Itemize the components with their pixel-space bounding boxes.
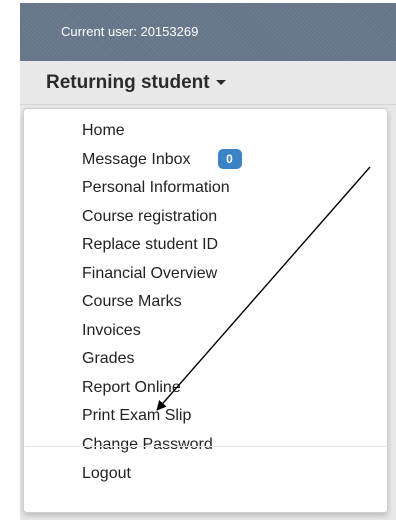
page: Current user: 20153269 Returning student… (0, 0, 396, 520)
menu-item-label: Change Password (82, 435, 213, 453)
menu-item-label: Invoices (82, 321, 141, 339)
message-count-badge: 0 (217, 149, 242, 170)
menu-item-replace-student-id[interactable]: Replace student ID (24, 231, 387, 260)
menu-item-label: Print Exam Slip (82, 407, 192, 424)
menu-item-course-marks[interactable]: Course Marks (24, 288, 387, 317)
menu-item-label: Message Inbox (82, 150, 191, 168)
menu-item-message-inbox[interactable]: Message Inbox 0 (24, 146, 387, 175)
menu-item-logout[interactable]: Logout (24, 459, 387, 489)
menu-item-print-exam-slip[interactable]: Print Exam Slip (24, 402, 387, 431)
menu-item-label: Course Marks (82, 293, 182, 310)
menu-item-change-password[interactable]: Change Password (24, 431, 387, 460)
menu-item-home[interactable]: Home (24, 117, 387, 146)
menu-item-financial-overview[interactable]: Financial Overview (24, 260, 387, 289)
menu-list: Home Message Inbox 0 Personal Information… (24, 117, 387, 459)
menu-item-label: Report Online (82, 378, 181, 396)
dropdown-menu: Home Message Inbox 0 Personal Information… (23, 108, 388, 513)
role-label: Returning student (46, 72, 210, 93)
caret-down-icon (215, 80, 226, 86)
menu-item-label: Grades (82, 350, 135, 367)
menu-item-label: Personal Information (82, 179, 230, 196)
menu-item-label: Financial Overview (82, 264, 218, 282)
menu-item-label: Home (82, 122, 125, 139)
menu-item-label: Course registration (82, 207, 218, 225)
current-user-label: Current user: 20153269 (61, 24, 199, 39)
menu-item-report-online[interactable]: Report Online (24, 374, 387, 403)
menu-background: Home Message Inbox 0 Personal Information… (20, 105, 396, 520)
menu-item-label: Replace student ID (82, 236, 219, 253)
logout-label: Logout (82, 465, 131, 482)
menu-item-invoices[interactable]: Invoices (24, 317, 387, 346)
current-user-bar: Current user: 20153269 (20, 3, 396, 61)
menu-item-personal-information[interactable]: Personal Information (24, 174, 387, 203)
role-dropdown-toggle[interactable]: Returning student (20, 61, 396, 105)
menu-divider (25, 446, 386, 447)
menu-item-grades[interactable]: Grades (24, 345, 387, 374)
menu-item-course-registration[interactable]: Course registration (24, 203, 387, 232)
